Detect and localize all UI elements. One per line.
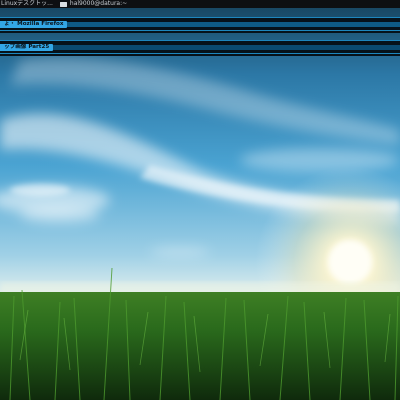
window-strip-gallery[interactable]: ップ画像 Part25 xyxy=(0,40,400,56)
taskbar-item-label: hal9000@datura:~ xyxy=(69,0,128,7)
taskbar-item-label: Linuxデスクトッ... xyxy=(1,0,53,7)
window-title: ップ画像 Part25 xyxy=(0,44,54,51)
window-strip-firefox[interactable]: ょ・ Mozilla Firefox xyxy=(0,17,400,33)
window-titlebar[interactable]: ップ画像 Part25 xyxy=(0,44,400,51)
taskbar-item-terminal[interactable]: hal9000@datura:~ xyxy=(59,0,128,8)
top-panel: Linuxデスクトッ... hal9000@datura:~ xyxy=(0,0,400,8)
desktop-wallpaper xyxy=(0,0,400,400)
window-title: ょ・ Mozilla Firefox xyxy=(0,21,68,28)
taskbar-item-desktop[interactable]: Linuxデスクトッ... xyxy=(0,0,54,8)
window-titlebar[interactable]: ょ・ Mozilla Firefox xyxy=(0,21,400,28)
terminal-icon xyxy=(59,1,67,7)
